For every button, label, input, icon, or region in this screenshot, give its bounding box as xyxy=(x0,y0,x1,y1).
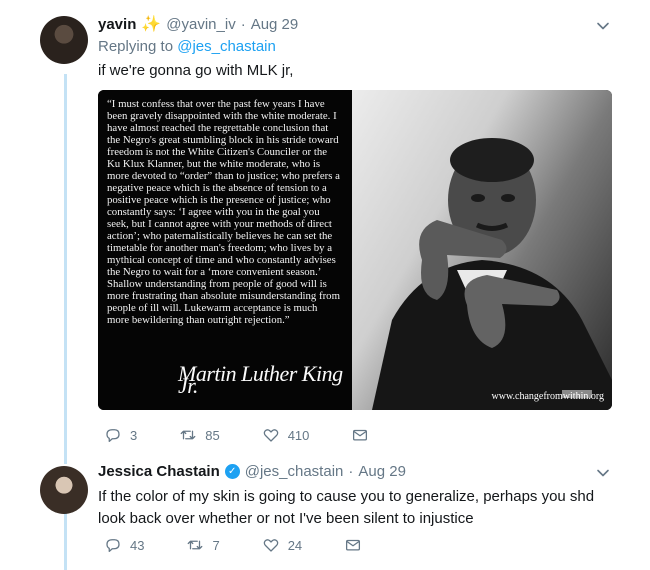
sparkle-icon: ✨ xyxy=(141,16,162,33)
tweet-text: if we're gonna go with MLK jr, xyxy=(98,62,294,79)
retweet-icon xyxy=(180,430,196,440)
portrait-illustration xyxy=(372,138,612,410)
retweet-count: 85 xyxy=(205,427,220,443)
like-button[interactable]: 410 xyxy=(262,426,310,444)
mlk-photo: www.changefromwithin.org xyxy=(352,90,612,410)
retweet-count: 7 xyxy=(212,537,220,553)
retweet-button[interactable]: 85 xyxy=(179,426,220,444)
display-name[interactable]: yavin xyxy=(98,16,136,33)
display-name[interactable]: Jessica Chastain xyxy=(98,463,220,480)
thread-connector-line xyxy=(64,74,67,464)
mlk-quote-text: “I must confess that over the past few y… xyxy=(107,98,340,326)
envelope-icon xyxy=(346,539,361,551)
replying-to-handle-link[interactable]: @jes_chastain xyxy=(177,38,276,55)
quote-panel: “I must confess that over the past few y… xyxy=(98,90,352,410)
tweet-image[interactable]: “I must confess that over the past few y… xyxy=(98,90,612,410)
direct-message-button[interactable] xyxy=(351,426,369,444)
tweet-header: yavin ✨ @yavin_iv · Aug 29 xyxy=(98,14,298,34)
direct-message-button[interactable] xyxy=(344,536,362,554)
separator-dot: · xyxy=(348,463,354,480)
replying-to-label: Replying to xyxy=(98,38,174,55)
reply-icon xyxy=(106,539,120,553)
avatar[interactable] xyxy=(40,466,88,514)
chevron-down-icon[interactable] xyxy=(596,466,610,480)
tweet-header: Jessica Chastain ✓ @jes_chastain · Aug 2… xyxy=(98,463,406,480)
like-count: 24 xyxy=(287,537,303,553)
like-count: 410 xyxy=(287,427,310,443)
retweet-icon xyxy=(188,540,203,550)
reply-button[interactable]: 43 xyxy=(104,536,144,554)
tweet-text: If the color of my skin is going to caus… xyxy=(98,488,595,527)
user-handle[interactable]: @jes_chastain xyxy=(245,463,344,480)
reply-count: 43 xyxy=(130,537,145,553)
envelope-icon xyxy=(353,429,368,441)
separator-dot: · xyxy=(240,15,246,33)
tweet-actions: 3 85 410 xyxy=(104,426,369,444)
signature: Martin Luther King Jr. xyxy=(178,361,343,398)
reply-count: 3 xyxy=(130,427,138,443)
verified-badge-icon: ✓ xyxy=(224,464,240,479)
reply-button[interactable]: 3 xyxy=(104,426,137,444)
reply-icon xyxy=(106,429,120,443)
chevron-down-icon[interactable] xyxy=(596,19,610,33)
thread-connector-line xyxy=(64,512,67,570)
tweet-date[interactable]: Aug 29 xyxy=(358,463,406,480)
tweet-actions: 43 7 24 xyxy=(104,536,362,554)
avatar[interactable] xyxy=(40,16,88,64)
retweet-button[interactable]: 7 xyxy=(186,536,220,554)
heart-icon xyxy=(263,539,278,552)
user-handle[interactable]: @yavin_iv xyxy=(166,16,235,33)
heart-icon xyxy=(263,429,278,442)
watermark-text: www.changefromwithin.org xyxy=(491,391,604,402)
replying-to: Replying to @jes_chastain xyxy=(98,38,276,55)
like-button[interactable]: 24 xyxy=(262,536,302,554)
tweet-date[interactable]: Aug 29 xyxy=(251,16,299,33)
